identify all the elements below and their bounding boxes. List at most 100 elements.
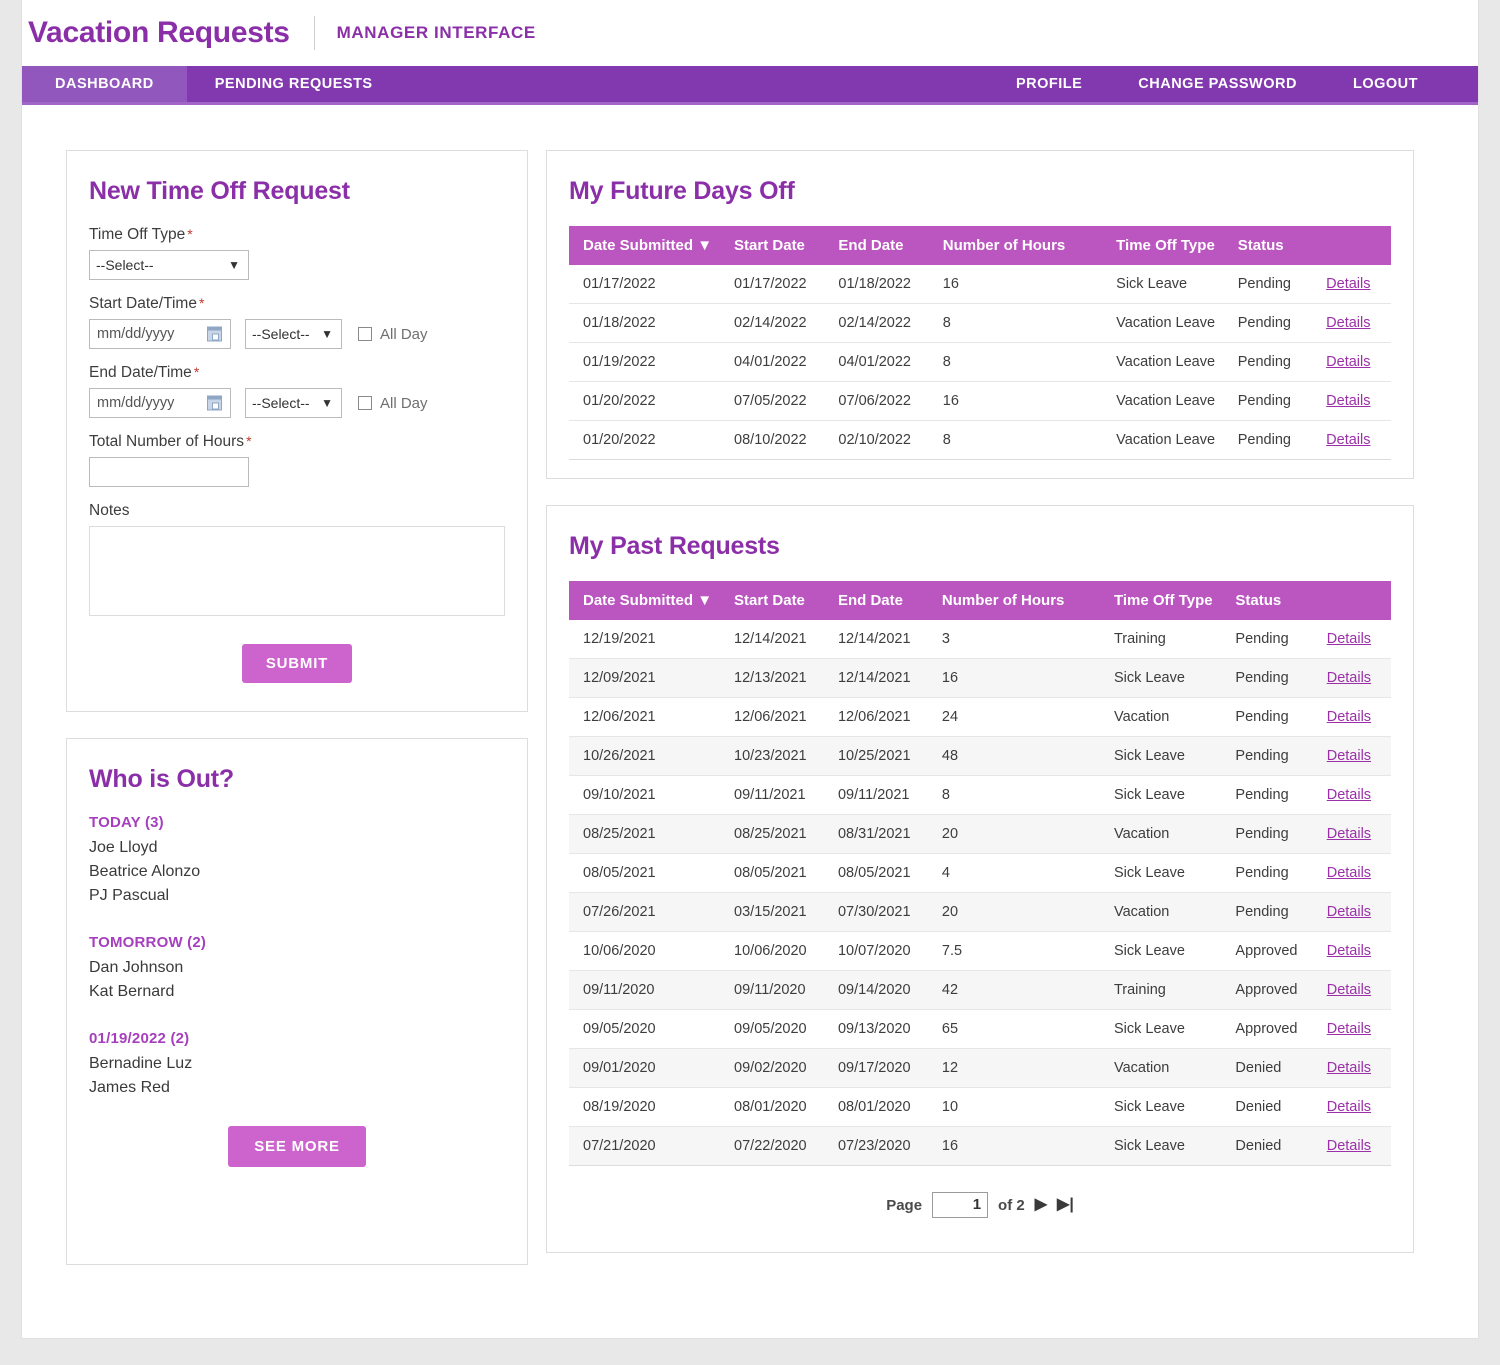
column-header-date-submitted[interactable]: Date Submitted ▼ xyxy=(569,581,720,620)
end-datetime-label-text: End Date/Time xyxy=(89,364,192,381)
brand-divider xyxy=(314,16,315,50)
cell-actions: Details xyxy=(1313,698,1391,737)
next-page-icon[interactable]: ▶ xyxy=(1035,1197,1047,1213)
details-link[interactable]: Details xyxy=(1327,748,1371,764)
nav-item-dashboard[interactable]: DASHBOARD xyxy=(22,66,187,102)
future-table-head: Date Submitted ▼ Start Date End Date Num… xyxy=(569,226,1391,265)
cell-type: Sick Leave xyxy=(1100,1088,1221,1127)
cell-status: Denied xyxy=(1221,1127,1312,1166)
start-date-placeholder: mm/dd/yyyy xyxy=(90,326,174,342)
page-number-input[interactable]: 1 xyxy=(932,1192,988,1218)
time-off-type-select[interactable]: --Select-- xyxy=(89,250,249,280)
details-link[interactable]: Details xyxy=(1326,315,1370,331)
cell-date-submitted: 01/20/2022 xyxy=(569,382,720,421)
future-days-off-table: Date Submitted ▼ Start Date End Date Num… xyxy=(569,226,1391,460)
column-header-date-submitted[interactable]: Date Submitted ▼ xyxy=(569,226,720,265)
cell-type: Sick Leave xyxy=(1100,1127,1221,1166)
start-time-select[interactable]: --Select-- xyxy=(245,319,342,349)
table-row: 12/09/202112/13/202112/14/202116Sick Lea… xyxy=(569,659,1391,698)
new-time-off-request-card: New Time Off Request Time Off Type* --Se… xyxy=(66,150,528,712)
column-header-status[interactable]: Status xyxy=(1224,226,1312,265)
details-link[interactable]: Details xyxy=(1326,393,1370,409)
column-header-text: Date Submitted xyxy=(583,592,693,609)
cell-date-submitted: 08/19/2020 xyxy=(569,1088,720,1127)
new-request-title: New Time Off Request xyxy=(89,177,505,206)
start-all-day-checkbox[interactable] xyxy=(358,327,372,341)
column-header-time-off-type[interactable]: Time Off Type xyxy=(1100,581,1221,620)
cell-hours: 20 xyxy=(928,893,1100,932)
end-all-day-group[interactable]: All Day xyxy=(358,395,428,412)
column-header-end-date[interactable]: End Date xyxy=(824,226,928,265)
column-header-status[interactable]: Status xyxy=(1221,581,1312,620)
cell-status: Denied xyxy=(1221,1049,1312,1088)
details-link[interactable]: Details xyxy=(1327,943,1371,959)
cell-end-date: 02/14/2022 xyxy=(824,304,928,343)
calendar-icon[interactable] xyxy=(207,327,222,342)
column-header-time-off-type[interactable]: Time Off Type xyxy=(1102,226,1224,265)
details-link[interactable]: Details xyxy=(1327,826,1371,842)
notes-textarea[interactable] xyxy=(89,526,505,616)
details-link[interactable]: Details xyxy=(1327,982,1371,998)
details-link[interactable]: Details xyxy=(1327,1099,1371,1115)
details-link[interactable]: Details xyxy=(1327,670,1371,686)
nav-item-pending-requests[interactable]: PENDING REQUESTS xyxy=(187,66,401,102)
cell-start-date: 09/02/2020 xyxy=(720,1049,824,1088)
column-header-end-date[interactable]: End Date xyxy=(824,581,928,620)
nav-item-profile[interactable]: PROFILE xyxy=(988,66,1110,102)
details-link[interactable]: Details xyxy=(1327,1060,1371,1076)
submit-button[interactable]: SUBMIT xyxy=(242,644,352,683)
total-hours-input[interactable] xyxy=(89,457,249,487)
sort-descending-icon: ▼ xyxy=(697,592,712,609)
nav-item-logout[interactable]: LOGOUT xyxy=(1325,66,1446,102)
cell-hours: 42 xyxy=(928,971,1100,1010)
application-frame: Vacation Requests MANAGER INTERFACE DASH… xyxy=(22,0,1478,1338)
cell-status: Pending xyxy=(1224,265,1312,304)
cell-end-date: 07/23/2020 xyxy=(824,1127,928,1166)
cell-date-submitted: 10/06/2020 xyxy=(569,932,720,971)
nav-item-change-password[interactable]: CHANGE PASSWORD xyxy=(1110,66,1325,102)
cell-start-date: 04/01/2022 xyxy=(720,343,824,382)
details-link[interactable]: Details xyxy=(1327,1021,1371,1037)
cell-type: Vacation Leave xyxy=(1102,304,1224,343)
cell-actions: Details xyxy=(1313,737,1391,776)
start-all-day-group[interactable]: All Day xyxy=(358,326,428,343)
past-requests-card: My Past Requests Date Submitted ▼ Start … xyxy=(546,505,1414,1253)
see-more-button[interactable]: SEE MORE xyxy=(228,1126,366,1167)
cell-end-date: 09/11/2021 xyxy=(824,776,928,815)
column-header-start-date[interactable]: Start Date xyxy=(720,581,824,620)
left-column: New Time Off Request Time Off Type* --Se… xyxy=(66,150,528,1291)
cell-type: Sick Leave xyxy=(1100,737,1221,776)
details-link[interactable]: Details xyxy=(1326,432,1370,448)
details-link[interactable]: Details xyxy=(1327,631,1371,647)
cell-hours: 65 xyxy=(928,1010,1100,1049)
table-row: 08/25/202108/25/202108/31/202120Vacation… xyxy=(569,815,1391,854)
cell-actions: Details xyxy=(1313,854,1391,893)
details-link[interactable]: Details xyxy=(1327,904,1371,920)
right-column: My Future Days Off Date Submitted ▼ Star… xyxy=(546,150,1414,1279)
details-link[interactable]: Details xyxy=(1327,709,1371,725)
cell-hours: 8 xyxy=(929,304,1102,343)
cell-actions: Details xyxy=(1313,776,1391,815)
cell-date-submitted: 01/18/2022 xyxy=(569,304,720,343)
column-header-number-of-hours[interactable]: Number of Hours xyxy=(928,581,1100,620)
details-link[interactable]: Details xyxy=(1327,865,1371,881)
end-time-select[interactable]: --Select-- xyxy=(245,388,342,418)
cell-status: Pending xyxy=(1221,698,1312,737)
out-group-dated: 01/19/2022 (2) Bernadine Luz James Red xyxy=(89,1030,505,1100)
details-link[interactable]: Details xyxy=(1326,354,1370,370)
details-link[interactable]: Details xyxy=(1327,1138,1371,1154)
calendar-icon[interactable] xyxy=(207,396,222,411)
cell-start-date: 10/23/2021 xyxy=(720,737,824,776)
column-header-number-of-hours[interactable]: Number of Hours xyxy=(929,226,1102,265)
end-date-input[interactable]: mm/dd/yyyy xyxy=(89,388,231,418)
details-link[interactable]: Details xyxy=(1326,276,1370,292)
last-page-icon[interactable]: ▶| xyxy=(1057,1197,1074,1213)
end-all-day-checkbox[interactable] xyxy=(358,396,372,410)
details-link[interactable]: Details xyxy=(1327,787,1371,803)
cell-date-submitted: 09/11/2020 xyxy=(569,971,720,1010)
cell-hours: 7.5 xyxy=(928,932,1100,971)
start-date-input[interactable]: mm/dd/yyyy xyxy=(89,319,231,349)
column-header-start-date[interactable]: Start Date xyxy=(720,226,824,265)
cell-start-date: 08/01/2020 xyxy=(720,1088,824,1127)
page-content: New Time Off Request Time Off Type* --Se… xyxy=(22,108,1478,1338)
